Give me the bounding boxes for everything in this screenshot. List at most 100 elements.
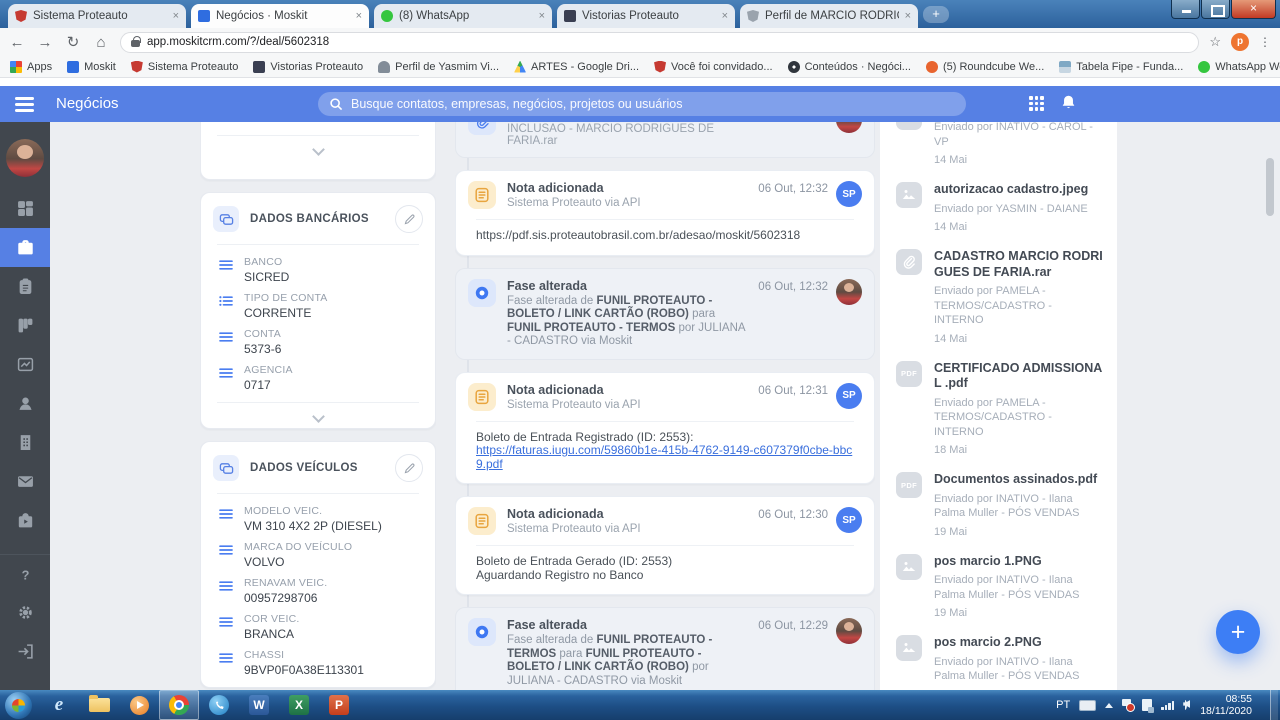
bookmark-item[interactable]: Você foi convidado... [654, 61, 773, 73]
bookmark-item[interactable]: Vistorias Proteauto [253, 61, 363, 73]
chevron-down-icon[interactable] [312, 143, 325, 156]
field-row[interactable]: RENAVAM VEIC.00957298706 [213, 577, 423, 605]
sidebar-item-settings[interactable] [0, 593, 50, 632]
browser-tab[interactable]: Sistema Proteauto× [8, 4, 186, 28]
url-text[interactable]: app.moskitcrm.com/?/deal/5602318 [147, 36, 329, 48]
taskbar-explorer-icon[interactable] [79, 690, 119, 720]
sidebar-item-help[interactable]: ? [0, 554, 50, 593]
file-item[interactable]: PDFCERTIFICADO ADMISSIONAL .pdfEnviado p… [880, 350, 1117, 462]
maximize-button[interactable] [1201, 0, 1230, 19]
bookmark-item[interactable]: Perfil de Yasmim Vi... [378, 61, 499, 73]
sidebar-item-contacts[interactable] [0, 384, 50, 423]
tray-expand-icon[interactable] [1105, 703, 1113, 708]
user-avatar[interactable] [6, 139, 44, 177]
bookmark-item[interactable]: Conteúdos · Negóci... [788, 61, 911, 73]
forward-icon[interactable]: → [36, 34, 54, 51]
taskbar-phone-icon[interactable] [199, 690, 239, 720]
language-indicator[interactable]: PT [1056, 699, 1070, 711]
sidebar-item-tasks[interactable] [0, 267, 50, 306]
sidebar-item-pipeline[interactable] [0, 306, 50, 345]
taskbar-powerpoint-icon[interactable]: P [319, 690, 359, 720]
browser-tab[interactable]: Negócios · Moskit× [191, 4, 369, 28]
file-item[interactable]: PDFDocumentos assinados.pdfEnviado por I… [880, 461, 1117, 543]
bookmark-item[interactable]: ARTES - Google Dri... [514, 61, 639, 73]
tab-close-icon[interactable]: × [356, 11, 362, 22]
menu-dots-icon[interactable]: ⋮ [1259, 35, 1272, 49]
sidebar-item-deals[interactable] [0, 228, 50, 267]
field-row[interactable]: CONTA5373-6 [213, 328, 423, 356]
file-name[interactable]: autorizacao cadastro.jpeg [934, 182, 1088, 198]
reload-icon[interactable]: ↻ [64, 33, 82, 51]
file-item[interactable]: CADASTRO MARCIO RODRIGUES DE FARIA.rarEn… [880, 238, 1117, 350]
file-name[interactable]: pos marcio 2.PNG [934, 635, 1103, 651]
file-name[interactable]: Documentos assinados.pdf [934, 472, 1103, 488]
taskbar-clock[interactable]: 08:55 18/11/2020 [1200, 693, 1252, 718]
sidebar-item-logout[interactable] [0, 632, 50, 671]
back-icon[interactable]: ← [8, 34, 26, 51]
bookmark-item[interactable]: Apps [10, 61, 52, 73]
keyboard-icon[interactable] [1079, 700, 1096, 711]
sidebar-item-dashboard[interactable] [0, 189, 50, 228]
field-row[interactable]: COR VEIC.BRANCA [213, 613, 423, 641]
bookmark-star-icon[interactable]: ☆ [1209, 34, 1221, 50]
timeline-entry-note[interactable]: Nota adicionadaSistema Proteauto via API… [455, 372, 875, 485]
file-item[interactable]: pos marcio 2.PNGEnviado por INATIVO - Il… [880, 624, 1117, 690]
tab-close-icon[interactable]: × [722, 11, 728, 22]
tab-close-icon[interactable]: × [905, 11, 911, 22]
file-name[interactable]: pos marcio 1.PNG [934, 554, 1103, 570]
browser-tab[interactable]: Vistorias Proteauto× [557, 4, 735, 28]
taskbar-mediaplayer-icon[interactable] [119, 690, 159, 720]
chevron-down-icon[interactable] [312, 410, 325, 423]
field-row[interactable]: CHASSI9BVP0F0A38E113301 [213, 649, 423, 677]
bookmark-item[interactable]: Tabela Fipe - Funda... [1059, 61, 1183, 73]
browser-tab[interactable]: (8) WhatsApp× [374, 4, 552, 28]
action-center-flag-icon[interactable] [1122, 699, 1133, 711]
start-button[interactable] [5, 692, 32, 719]
tray-document-icon[interactable] [1142, 699, 1152, 711]
network-signal-icon[interactable] [1161, 701, 1174, 710]
file-item[interactable]: autorizacao cadastro.jpegEnviado por YAS… [880, 171, 1117, 238]
sidebar-item-products[interactable] [0, 501, 50, 540]
field-row[interactable]: MODELO VEIC.VM 310 4X2 2P (DIESEL) [213, 505, 423, 533]
edit-pencil-button[interactable] [395, 454, 423, 482]
profile-avatar[interactable]: p [1231, 33, 1249, 51]
tab-close-icon[interactable]: × [539, 11, 545, 22]
file-item-partial[interactable]: Enviado por INATIVO - CAROL - VP14 Mai [880, 122, 1117, 171]
field-row[interactable]: MARCA DO VEÍCULOVOLVO [213, 541, 423, 569]
taskbar-word-icon[interactable]: W [239, 690, 279, 720]
search-input[interactable] [351, 97, 955, 111]
notifications-bell-icon[interactable] [1060, 94, 1077, 116]
bookmark-item[interactable]: Moskit [67, 61, 116, 73]
browser-tab[interactable]: Perfil de MÁRCIO RODRIGUES D× [740, 4, 918, 28]
close-button[interactable]: × [1231, 0, 1276, 19]
taskbar-chrome-icon[interactable] [159, 690, 199, 720]
address-bar[interactable]: app.moskitcrm.com/?/deal/5602318 [120, 32, 1199, 53]
field-row[interactable]: AGENCIA0717 [213, 364, 423, 392]
edit-pencil-button[interactable] [395, 205, 423, 233]
file-name[interactable]: CERTIFICADO ADMISSIONAL .pdf [934, 361, 1103, 392]
field-row[interactable]: BANCOSICRED [213, 256, 423, 284]
tab-close-icon[interactable]: × [173, 11, 179, 22]
timeline-entry-note[interactable]: Nota adicionadaSistema Proteauto via API… [455, 496, 875, 595]
global-search[interactable] [318, 92, 966, 116]
taskbar-excel-icon[interactable]: X [279, 690, 319, 720]
show-desktop-button[interactable] [1270, 690, 1278, 720]
timeline-entry-fase[interactable]: Fase alteradaFase alterada de FUNIL PROT… [455, 268, 875, 360]
bookmark-item[interactable]: Sistema Proteauto [131, 61, 239, 73]
volume-icon[interactable] [1183, 700, 1187, 710]
add-fab-button[interactable]: + [1216, 610, 1260, 654]
minimize-button[interactable] [1171, 0, 1200, 19]
sidebar-item-reports[interactable] [0, 345, 50, 384]
hamburger-menu-icon[interactable] [15, 97, 34, 115]
sidebar-item-companies[interactable] [0, 423, 50, 462]
field-row[interactable]: TIPO DE CONTACORRENTE [213, 292, 423, 320]
apps-grid-icon[interactable] [1029, 96, 1044, 111]
timeline-entry-note[interactable]: Nota adicionadaSistema Proteauto via API… [455, 170, 875, 256]
bookmark-item[interactable]: WhatsApp Web [1198, 61, 1280, 73]
page-scrollbar[interactable] [1266, 158, 1274, 216]
timeline-entry-file[interactable]: Arquivo adicionadoINCLUSAO - MARCIO RODR… [455, 122, 875, 158]
bookmark-item[interactable]: (5) Roundcube We... [926, 61, 1044, 73]
sidebar-item-email[interactable] [0, 462, 50, 501]
file-name[interactable]: CADASTRO MARCIO RODRIGUES DE FARIA.rar [934, 249, 1103, 280]
taskbar-ie-icon[interactable]: e [39, 690, 79, 720]
